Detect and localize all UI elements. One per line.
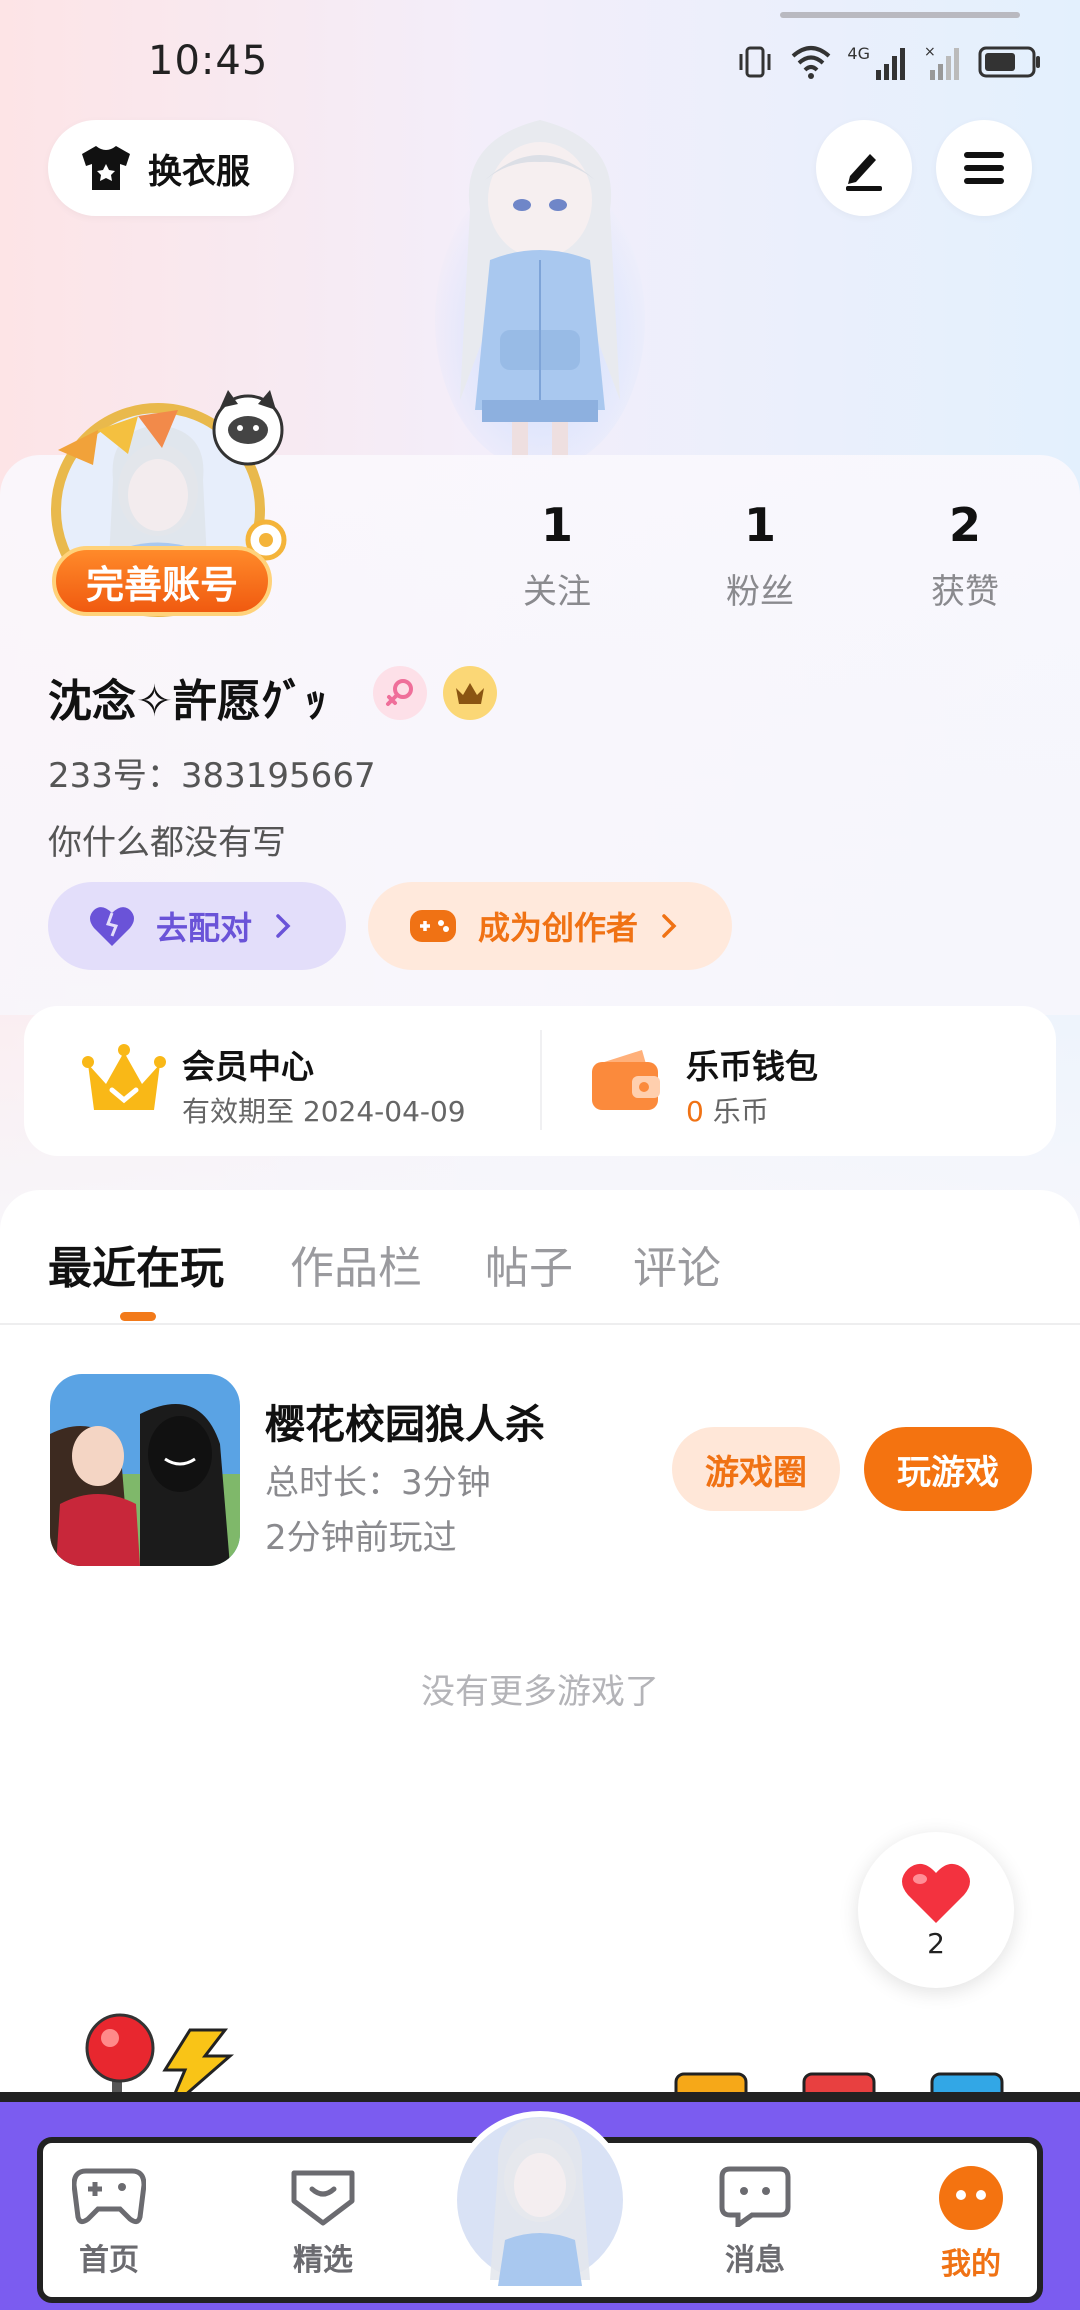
creator-label: 成为创作者 <box>478 909 639 947</box>
become-creator-button[interactable]: 成为创作者 <box>368 882 732 970</box>
menu-button[interactable] <box>936 120 1032 216</box>
gamepad-icon <box>410 910 456 942</box>
member-center-entry[interactable]: 会员中心 有效期至 2024-04-09 <box>24 1006 540 1156</box>
chevron-right-icon <box>662 914 677 938</box>
stat-likes-value: 2 <box>948 498 981 552</box>
edit-icon <box>846 154 882 191</box>
vibrate-icon <box>739 46 771 78</box>
tab-comments[interactable]: 评论 <box>633 1232 721 1296</box>
no-more-games: 没有更多游戏了 <box>421 1672 659 1712</box>
member-validity: 有效期至 2024-04-09 <box>182 1095 466 1128</box>
wallet-amount: 0 <box>686 1095 704 1128</box>
edit-button[interactable] <box>816 120 912 216</box>
complete-account-badge[interactable]: 完善账号 <box>52 546 272 616</box>
tab-recent[interactable]: 最近在玩 <box>48 1232 224 1296</box>
stat-following-label: 关注 <box>523 572 591 612</box>
svg-text:×: × <box>924 44 936 60</box>
nav-featured[interactable]: 精选 <box>258 2165 388 2279</box>
game-thumbnail[interactable] <box>50 1374 240 1566</box>
game-circle-button[interactable]: 游戏圈 <box>672 1427 840 1511</box>
signal-weak-icon: × <box>924 44 959 80</box>
face-icon <box>939 2166 1003 2230</box>
stat-followers-label: 粉丝 <box>726 572 794 612</box>
gamepad-icon <box>71 2168 147 2225</box>
nav-home[interactable]: 首页 <box>44 2165 174 2279</box>
wallet-icon <box>592 1050 660 1110</box>
user-id: 233号：383195667 <box>48 756 376 796</box>
nav-me[interactable]: 我的 <box>906 2165 1036 2283</box>
chevron-right-icon <box>276 914 291 938</box>
heart-icon <box>90 907 134 946</box>
nav-featured-label: 精选 <box>293 2243 353 2278</box>
crown-icon <box>82 1044 166 1110</box>
heart-chat-icon <box>291 2170 355 2226</box>
stat-followers[interactable]: 1 粉丝 <box>690 498 830 613</box>
wallet-title: 乐币钱包 <box>686 1047 818 1086</box>
play-game-button[interactable]: 玩游戏 <box>864 1427 1032 1511</box>
status-icons: 4G × <box>735 38 1042 86</box>
female-icon <box>373 666 427 720</box>
center-avatar-button[interactable] <box>454 2114 626 2286</box>
tab-works[interactable]: 作品栏 <box>290 1232 422 1296</box>
avatar-character[interactable] <box>430 100 650 470</box>
nav-home-label: 首页 <box>79 2243 139 2278</box>
match-button[interactable]: 去配对 <box>48 882 346 970</box>
game-name[interactable]: 樱花校园狼人杀 <box>265 1392 545 1450</box>
tab-divider <box>0 1323 1080 1325</box>
message-icon <box>719 2166 791 2230</box>
nav-me-label: 我的 <box>941 2247 1001 2282</box>
match-label: 去配对 <box>156 909 253 947</box>
wallet-unit: 乐币 <box>712 1095 769 1128</box>
like-count: 2 <box>927 1926 945 1960</box>
wallet-entry[interactable]: 乐币钱包 0 乐币 <box>542 1006 1056 1156</box>
tab-posts[interactable]: 帖子 <box>485 1232 573 1296</box>
change-outfit-label: 换衣服 <box>148 151 250 192</box>
shirt-icon <box>82 146 130 190</box>
member-center-title: 会员中心 <box>182 1047 314 1086</box>
heart-icon <box>902 1863 970 1923</box>
nav-messages-label: 消息 <box>725 2243 785 2278</box>
bio: 你什么都没有写 <box>48 823 286 863</box>
wifi-icon <box>792 46 831 79</box>
stat-likes-label: 获赞 <box>931 572 999 612</box>
crown-badge-icon[interactable] <box>443 666 497 720</box>
game-duration: 总时长：3分钟 <box>265 1463 491 1503</box>
stat-following-value: 1 <box>540 498 573 552</box>
stat-likes[interactable]: 2 获赞 <box>895 498 1035 613</box>
signal-icon <box>876 48 905 80</box>
status-top-line <box>780 12 1020 18</box>
like-float-button[interactable]: 2 <box>858 1832 1014 1988</box>
change-outfit-button[interactable]: 换衣服 <box>48 120 294 216</box>
menu-icon <box>964 152 1004 184</box>
battery-icon <box>978 46 1040 78</box>
network-label: 4G <box>847 43 870 63</box>
status-time: 10:45 <box>148 38 269 84</box>
game-last-played: 2分钟前玩过 <box>265 1518 457 1558</box>
wallet-balance: 0 乐币 <box>686 1090 769 1130</box>
tab-indicator <box>120 1312 156 1321</box>
stat-following[interactable]: 1 关注 <box>487 498 627 613</box>
username: 沈念✧許愿ｸﾞｯ <box>48 676 327 727</box>
stat-followers-value: 1 <box>743 498 776 552</box>
nav-messages[interactable]: 消息 <box>690 2165 820 2279</box>
